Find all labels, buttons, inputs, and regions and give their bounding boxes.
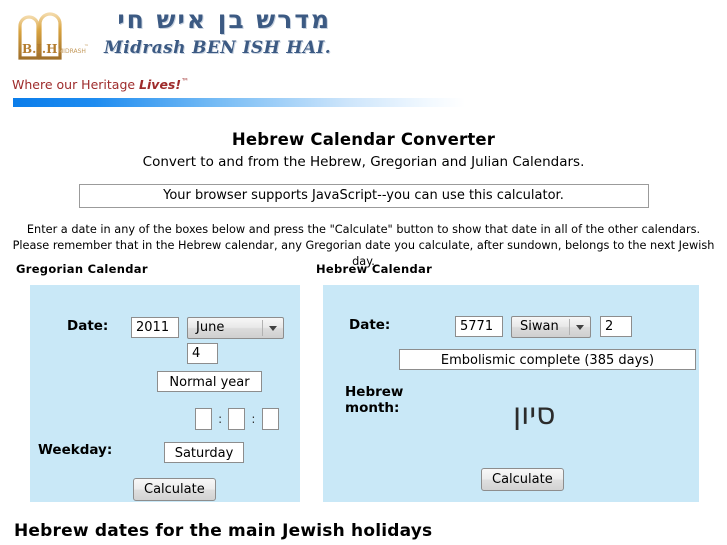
page-subtitle: Convert to and from the Hebrew, Gregoria… [142, 154, 585, 170]
hebrew-panel: Date: Siwan Embolismic complete (385 day… [323, 285, 699, 502]
site-logo[interactable]: B.I.H. MIDRASH ™ [12, 8, 94, 63]
time-colon-2: : [251, 412, 256, 426]
hebrew-day-input[interactable] [600, 316, 632, 337]
time-colon-1: : [218, 412, 223, 426]
hebrew-month-label: Hebrew month: [345, 384, 404, 416]
gregorian-day-input[interactable] [187, 343, 218, 364]
gregorian-calculate-button[interactable]: Calculate [133, 478, 216, 501]
gregorian-date-label: Date: [67, 318, 109, 334]
hebrew-calculate-button[interactable]: Calculate [481, 468, 564, 491]
gregorian-weekday-readout: Saturday [164, 442, 244, 463]
hebrew-date-label: Date: [349, 317, 391, 333]
gregorian-weekday-label: Weekday: [38, 442, 113, 458]
gregorian-year-input[interactable] [131, 317, 179, 338]
hebrew-year-type-readout: Embolismic complete (385 days) [399, 349, 696, 370]
gregorian-second-input[interactable] [261, 408, 279, 430]
converter-intro: Hebrew Calendar Converter Convert to and… [0, 120, 727, 270]
header-title-block: מדרש בן איש חי Midrash BEN ISH HAI. [104, 5, 332, 58]
hebrew-month-label-line-2: month: [345, 399, 400, 416]
tagline-trademark: ™ [181, 77, 190, 86]
gregorian-month-value: June [196, 320, 225, 335]
header-gradient-divider [13, 98, 465, 107]
gregorian-year-type-readout: Normal year [157, 371, 262, 392]
select-divider [262, 320, 263, 336]
svg-text:MIDRASH: MIDRASH [58, 48, 86, 55]
gregorian-time-group: : : [195, 408, 279, 430]
gregorian-panel-column: Gregorian Calendar Date: June Normal yea… [16, 262, 308, 502]
gregorian-month-select[interactable]: June [187, 317, 284, 339]
tablets-logo-icon: B.I.H. MIDRASH ™ [18, 12, 89, 60]
header-english-title: Midrash BEN ISH HAI. [104, 37, 332, 58]
tagline-emphasis: Lives! [139, 77, 182, 93]
site-tagline: Where our Heritage Lives!™ [12, 77, 189, 92]
hebrew-month-select[interactable]: Siwan [511, 316, 591, 338]
tagline-prefix: Where our Heritage [12, 77, 140, 93]
svg-text:™: ™ [84, 44, 89, 50]
instructions-line-1: Enter a date in any of the boxes below a… [26, 223, 701, 236]
javascript-support-notice: Your browser supports JavaScript--you ca… [78, 184, 649, 208]
hebrew-month-label-line-1: Hebrew [345, 384, 404, 400]
svg-text:B.I.H.: B.I.H. [22, 42, 62, 56]
page-title: Hebrew Calendar Converter [231, 130, 496, 149]
gregorian-heading: Gregorian Calendar [16, 262, 148, 276]
gregorian-panel: Date: June Normal year : : Weekday: Satu… [30, 285, 300, 502]
js-notice-wrapper: Your browser supports JavaScript--you ca… [0, 184, 727, 208]
chevron-down-icon [269, 326, 277, 331]
hebrew-panel-column: Hebrew Calendar Date: Siwan Embolismic c… [316, 262, 716, 502]
chevron-down-icon [576, 325, 584, 330]
holidays-section-heading: Hebrew dates for the main Jewish holiday… [14, 521, 433, 541]
hebrew-month-name-display: סיון [513, 397, 556, 432]
gregorian-minute-input[interactable] [228, 408, 246, 430]
site-header: B.I.H. MIDRASH ™ מדרש בן איש חי Midrash … [0, 0, 727, 107]
hebrew-heading: Hebrew Calendar [316, 262, 433, 276]
select-divider [569, 319, 570, 335]
header-hebrew-title: מדרש בן איש חי [117, 5, 332, 34]
gregorian-hour-input[interactable] [195, 408, 212, 430]
hebrew-year-input[interactable] [455, 316, 503, 337]
hebrew-month-value: Siwan [520, 319, 559, 334]
